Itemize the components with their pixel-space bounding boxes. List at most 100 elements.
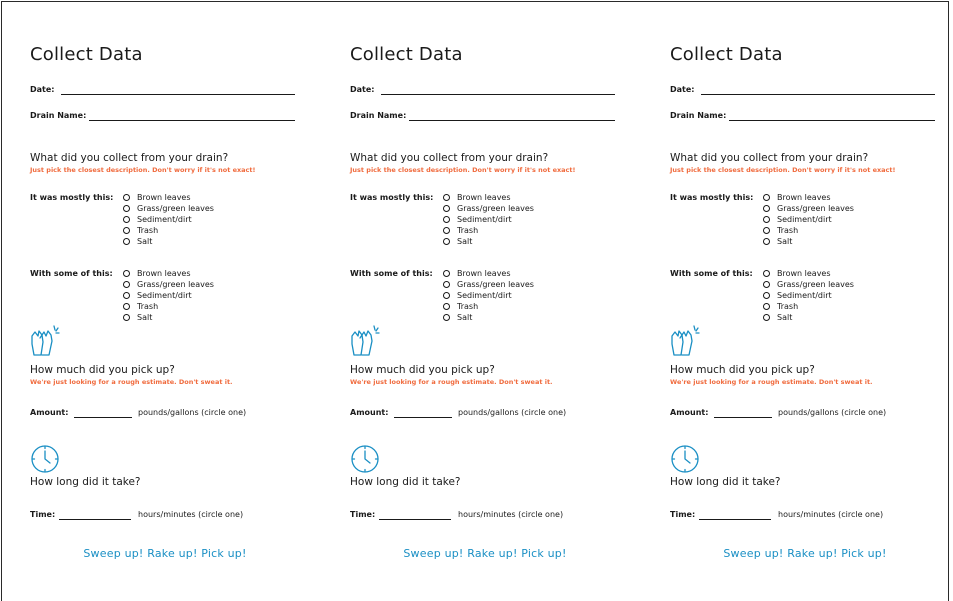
date-input-line[interactable] xyxy=(61,94,295,95)
radio-circle-icon[interactable] xyxy=(763,205,770,212)
radio-circle-icon[interactable] xyxy=(763,303,770,310)
radio-circle-icon[interactable] xyxy=(763,292,770,299)
radio-option[interactable]: Grass/green leaves xyxy=(762,279,854,290)
radio-circle-icon[interactable] xyxy=(763,281,770,288)
date-field[interactable]: Date: xyxy=(670,85,936,97)
radio-option[interactable]: Salt xyxy=(762,236,854,247)
time-row[interactable]: Time: hours/minutes (circle one) xyxy=(670,510,940,522)
time-row[interactable]: Time: hours/minutes (circle one) xyxy=(350,510,620,522)
date-label: Date: xyxy=(30,85,55,94)
radio-option-label: Brown leaves xyxy=(777,269,831,278)
drain-name-field[interactable]: Drain Name: xyxy=(350,111,616,123)
radio-circle-icon[interactable] xyxy=(443,292,450,299)
some-options: Brown leaves Grass/green leaves Sediment/d… xyxy=(122,268,214,323)
radio-circle-icon[interactable] xyxy=(763,227,770,234)
amount-label: Amount: xyxy=(670,408,709,417)
radio-option-label: Brown leaves xyxy=(137,269,191,278)
radio-circle-icon[interactable] xyxy=(443,227,450,234)
radio-option[interactable]: Trash xyxy=(122,301,214,312)
radio-option[interactable]: Sediment/dirt xyxy=(122,214,214,225)
radio-circle-icon[interactable] xyxy=(123,292,130,299)
radio-option[interactable]: Salt xyxy=(122,312,214,323)
radio-circle-icon[interactable] xyxy=(443,216,450,223)
radio-option[interactable]: Brown leaves xyxy=(122,192,214,203)
radio-option[interactable]: Trash xyxy=(762,225,854,236)
time-row[interactable]: Time: hours/minutes (circle one) xyxy=(30,510,300,522)
radio-option[interactable]: Trash xyxy=(122,225,214,236)
radio-option-label: Salt xyxy=(457,313,473,322)
time-input-line[interactable] xyxy=(379,519,451,520)
time-input-line[interactable] xyxy=(699,519,771,520)
drain-name-field[interactable]: Drain Name: xyxy=(670,111,936,123)
amount-question: How much did you pick up? xyxy=(30,364,175,376)
radio-circle-icon[interactable] xyxy=(443,238,450,245)
radio-option[interactable]: Grass/green leaves xyxy=(762,203,854,214)
amount-row[interactable]: Amount: pounds/gallons (circle one) xyxy=(670,408,940,420)
amount-row[interactable]: Amount: pounds/gallons (circle one) xyxy=(350,408,620,420)
radio-circle-icon[interactable] xyxy=(763,314,770,321)
radio-circle-icon[interactable] xyxy=(123,194,130,201)
date-input-line[interactable] xyxy=(701,94,935,95)
radio-circle-icon[interactable] xyxy=(123,314,130,321)
amount-input-line[interactable] xyxy=(714,417,772,418)
radio-circle-icon[interactable] xyxy=(123,281,130,288)
radio-option[interactable]: Grass/green leaves xyxy=(122,203,214,214)
radio-circle-icon[interactable] xyxy=(123,216,130,223)
radio-option[interactable]: Brown leaves xyxy=(762,268,854,279)
drain-name-input-line[interactable] xyxy=(89,120,295,121)
radio-option[interactable]: Brown leaves xyxy=(762,192,854,203)
radio-option[interactable]: Sediment/dirt xyxy=(762,214,854,225)
radio-option[interactable]: Trash xyxy=(762,301,854,312)
card-title: Collect Data xyxy=(670,44,783,65)
radio-option[interactable]: Salt xyxy=(442,312,534,323)
radio-option[interactable]: Salt xyxy=(122,236,214,247)
drain-name-field[interactable]: Drain Name: xyxy=(30,111,296,123)
date-input-line[interactable] xyxy=(381,94,615,95)
drain-name-input-line[interactable] xyxy=(409,120,615,121)
drain-name-input-line[interactable] xyxy=(729,120,935,121)
radio-circle-icon[interactable] xyxy=(123,303,130,310)
radio-circle-icon[interactable] xyxy=(763,194,770,201)
amount-input-line[interactable] xyxy=(74,417,132,418)
radio-circle-icon[interactable] xyxy=(123,227,130,234)
radio-circle-icon[interactable] xyxy=(763,216,770,223)
radio-option[interactable]: Grass/green leaves xyxy=(442,203,534,214)
radio-option[interactable]: Salt xyxy=(442,236,534,247)
amount-row[interactable]: Amount: pounds/gallons (circle one) xyxy=(30,408,300,420)
date-field[interactable]: Date: xyxy=(30,85,296,97)
radio-option-label: Sediment/dirt xyxy=(137,291,192,300)
radio-option[interactable]: Grass/green leaves xyxy=(442,279,534,290)
some-label: With some of this: xyxy=(350,269,433,278)
radio-circle-icon[interactable] xyxy=(763,270,770,277)
drain-name-label: Drain Name: xyxy=(30,111,87,120)
radio-circle-icon[interactable] xyxy=(443,205,450,212)
time-label: Time: xyxy=(670,510,696,519)
amount-units: pounds/gallons (circle one) xyxy=(138,408,247,417)
radio-option-label: Grass/green leaves xyxy=(137,204,214,213)
radio-option[interactable]: Brown leaves xyxy=(122,268,214,279)
radio-option[interactable]: Brown leaves xyxy=(442,268,534,279)
radio-circle-icon[interactable] xyxy=(443,281,450,288)
radio-circle-icon[interactable] xyxy=(443,194,450,201)
amount-input-line[interactable] xyxy=(394,417,452,418)
radio-circle-icon[interactable] xyxy=(123,205,130,212)
time-input-line[interactable] xyxy=(59,519,131,520)
radio-option[interactable]: Brown leaves xyxy=(442,192,534,203)
radio-option[interactable]: Trash xyxy=(442,301,534,312)
radio-option[interactable]: Sediment/dirt xyxy=(762,290,854,301)
radio-option[interactable]: Trash xyxy=(442,225,534,236)
radio-option-label: Salt xyxy=(457,237,473,246)
radio-option[interactable]: Sediment/dirt xyxy=(122,290,214,301)
date-field[interactable]: Date: xyxy=(350,85,616,97)
radio-option[interactable]: Sediment/dirt xyxy=(442,214,534,225)
radio-circle-icon[interactable] xyxy=(443,303,450,310)
radio-circle-icon[interactable] xyxy=(123,270,130,277)
radio-circle-icon[interactable] xyxy=(763,238,770,245)
radio-option[interactable]: Grass/green leaves xyxy=(122,279,214,290)
mostly-options: Brown leaves Grass/green leaves Sediment/d… xyxy=(442,192,534,247)
radio-circle-icon[interactable] xyxy=(123,238,130,245)
radio-option[interactable]: Sediment/dirt xyxy=(442,290,534,301)
radio-circle-icon[interactable] xyxy=(443,270,450,277)
radio-option[interactable]: Salt xyxy=(762,312,854,323)
radio-circle-icon[interactable] xyxy=(443,314,450,321)
